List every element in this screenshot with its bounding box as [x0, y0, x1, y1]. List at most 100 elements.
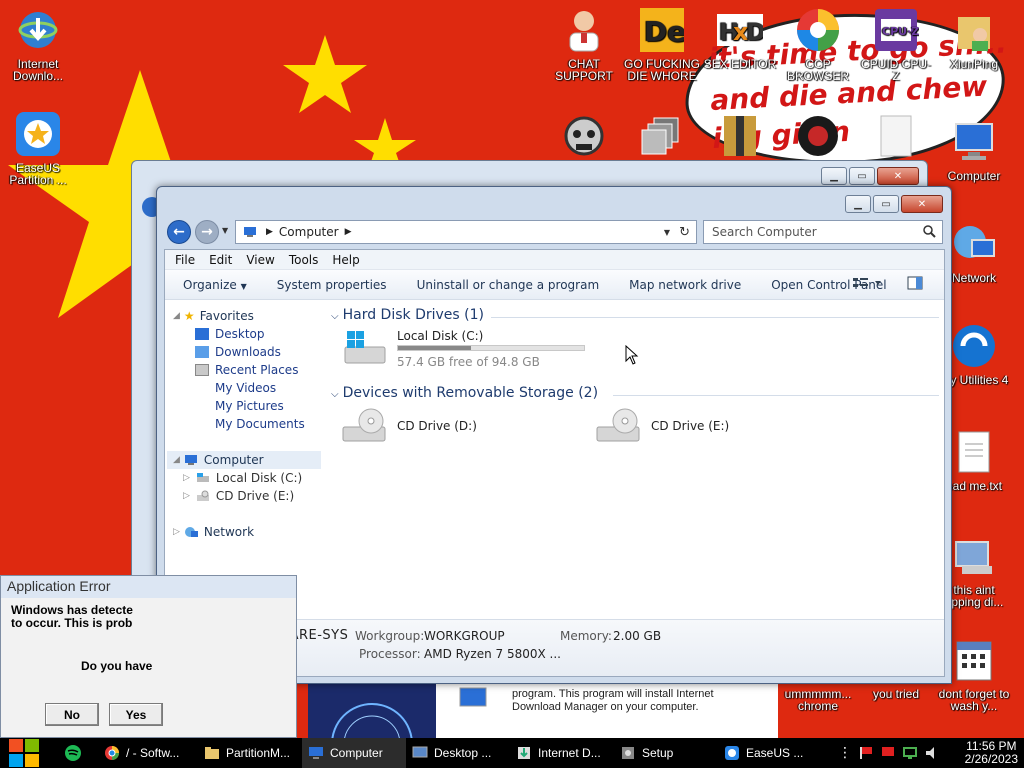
uninstall-program-button[interactable]: Uninstall or change a program: [417, 278, 600, 292]
cd-drive-d-label: CD Drive (D:): [397, 419, 477, 433]
desktop-icon-chrome[interactable]: ummmmm... chrome: [780, 688, 856, 712]
star-icon: ★: [183, 309, 195, 323]
clock-date: 2/26/2023: [964, 752, 1018, 766]
task-chrome[interactable]: / - Softw...: [98, 738, 198, 768]
breadcrumb-chevron-icon[interactable]: ▶: [345, 227, 352, 237]
back-button[interactable]: ←: [167, 220, 191, 244]
installer-line-1: program. This program will install Inter…: [512, 688, 714, 700]
nav-my-videos[interactable]: My Videos: [195, 381, 276, 395]
hdd-group-header[interactable]: ⌵ Hard Disk Drives (1): [331, 307, 484, 323]
desktop-icon-ccp-browser[interactable]: CCP BROWSER: [780, 6, 856, 82]
map-network-drive-button[interactable]: Map network drive: [629, 278, 741, 292]
recent-pages-chevron-icon[interactable]: ▼: [222, 226, 228, 235]
desktop-icon-skull[interactable]: [546, 112, 622, 164]
desktop-icon-cpuz[interactable]: CPU·Z CPUID CPU-Z: [858, 6, 934, 82]
red-flag-tray-icon[interactable]: [880, 745, 896, 761]
caption-buttons: ▁ ▭ ✕: [845, 195, 943, 213]
view-options-icon[interactable]: [853, 277, 883, 292]
back-minimize-button[interactable]: ▁: [821, 167, 847, 185]
flag-tray-icon[interactable]: [858, 745, 874, 761]
menu-file[interactable]: File: [175, 253, 195, 267]
recent-places-icon: [195, 364, 209, 376]
nav-local-disk[interactable]: ▷ Local Disk (C:): [183, 471, 302, 485]
organize-button[interactable]: Organize ▼: [183, 278, 247, 292]
error-dialog-title: Application Error: [1, 576, 296, 598]
installer-line-2: Download Manager on your computer.: [512, 701, 699, 713]
task-internet-download[interactable]: Internet D...: [510, 738, 614, 768]
desktop-icon-stack[interactable]: [624, 112, 700, 164]
yes-button[interactable]: Yes: [109, 703, 163, 726]
breadcrumb-computer[interactable]: Computer: [279, 225, 339, 239]
nav-computer[interactable]: ◢ Computer: [167, 451, 321, 469]
desktop-icon-you-tried[interactable]: you tried: [858, 688, 934, 700]
back-close-button[interactable]: ✕: [877, 167, 919, 185]
desktop-icon-xiunping[interactable]: XiunPing: [936, 6, 1012, 70]
desktop-icon-chat-support[interactable]: CHAT SUPPORT: [546, 6, 622, 82]
svg-text:CPU·Z: CPU·Z: [882, 25, 919, 38]
more-options-icon[interactable]: ⋮: [838, 745, 852, 761]
desktop-icon-computer[interactable]: Computer: [936, 118, 1012, 182]
desktop-icon-blank[interactable]: [858, 112, 934, 164]
volume-tray-icon[interactable]: [924, 745, 940, 761]
back-maximize-button[interactable]: ▭: [849, 167, 875, 185]
application-error-dialog[interactable]: Application Error Windows has detecte to…: [0, 575, 297, 738]
nav-downloads[interactable]: Downloads: [195, 345, 281, 359]
address-dropdown-icon[interactable]: ▼: [664, 228, 670, 237]
no-button[interactable]: No: [45, 703, 99, 726]
group-collapse-chevron-icon: ⌵: [331, 389, 339, 400]
system-properties-button[interactable]: System properties: [277, 278, 387, 292]
forward-button[interactable]: →: [195, 220, 219, 244]
desktop-icon-round[interactable]: [780, 112, 856, 164]
task-easeus[interactable]: EaseUS ...: [718, 738, 814, 768]
local-disk-free-space: 57.4 GB free of 94.8 GB: [397, 355, 540, 369]
address-bar[interactable]: ▶ Computer ▶ ▼ ↻: [235, 220, 697, 244]
computer-small-icon: [244, 227, 256, 237]
local-disk-small-icon: [196, 473, 209, 482]
nav-my-pictures[interactable]: My Pictures: [195, 399, 284, 413]
installer-monitor-icon: [458, 686, 488, 715]
desktop-icon-de-app[interactable]: De GO FUCKING DIE WHORE: [624, 6, 700, 82]
easeus-partition-icon: [14, 110, 62, 158]
search-input[interactable]: Search Computer: [703, 220, 943, 244]
desktop-icon-easeus-partition[interactable]: EaseUS Partition ...: [0, 110, 76, 186]
maximize-button[interactable]: ▭: [873, 195, 899, 213]
menu-help[interactable]: Help: [332, 253, 359, 267]
removable-group-divider: [613, 395, 939, 396]
start-button[interactable]: [0, 738, 48, 768]
computer-small-icon: [184, 455, 197, 465]
refresh-icon[interactable]: ↻: [679, 225, 690, 240]
preview-pane-icon[interactable]: [907, 276, 923, 293]
menu-tools[interactable]: Tools: [289, 253, 319, 267]
cd-drive-d-item[interactable]: CD Drive (D:): [341, 407, 541, 447]
taskbar-clock[interactable]: 11:56 PM 2/26/2023: [965, 740, 1018, 766]
browser-icon: [794, 6, 842, 54]
desktop-icon-hex-editor[interactable]: HxD SEX EDITOR: [702, 6, 778, 70]
local-disk-c-item[interactable]: Local Disk (C:) 57.4 GB free of 94.8 GB: [341, 329, 591, 371]
search-icon[interactable]: [922, 224, 936, 241]
removable-group-header[interactable]: ⌵ Devices with Removable Storage (2): [331, 385, 598, 401]
nav-my-documents[interactable]: My Documents: [195, 417, 305, 431]
round-app-icon: [794, 112, 842, 160]
cd-drive-e-item[interactable]: CD Drive (E:): [595, 407, 795, 447]
pinned-spotify[interactable]: [48, 738, 98, 768]
task-desktop[interactable]: Desktop ...: [406, 738, 510, 768]
menu-view[interactable]: View: [246, 253, 274, 267]
desktop-icon-internet-download[interactable]: Internet Downlo...: [0, 6, 76, 82]
minimize-button[interactable]: ▁: [845, 195, 871, 213]
cpuz-icon: CPU·Z: [872, 6, 920, 54]
menu-edit[interactable]: Edit: [209, 253, 232, 267]
nav-desktop[interactable]: Desktop: [195, 327, 265, 341]
network-tray-icon[interactable]: [902, 745, 918, 761]
desktop-icon-winrar[interactable]: [702, 112, 778, 164]
task-computer[interactable]: Computer: [302, 738, 406, 768]
task-setup[interactable]: Setup: [614, 738, 718, 768]
task-partition-folder[interactable]: PartitionM...: [198, 738, 302, 768]
nav-cd-drive-e[interactable]: ▷ CD Drive (E:): [183, 489, 294, 503]
nav-network[interactable]: ▷ Network: [173, 525, 254, 539]
archive-icon: [716, 112, 764, 160]
downloads-folder-icon: [195, 346, 209, 358]
nav-recent-places[interactable]: Recent Places: [195, 363, 298, 377]
collapsed-chevron-icon: ▷: [183, 473, 190, 483]
close-button[interactable]: ✕: [901, 195, 943, 213]
nav-favorites[interactable]: ◢ ★ Favorites: [173, 309, 254, 323]
